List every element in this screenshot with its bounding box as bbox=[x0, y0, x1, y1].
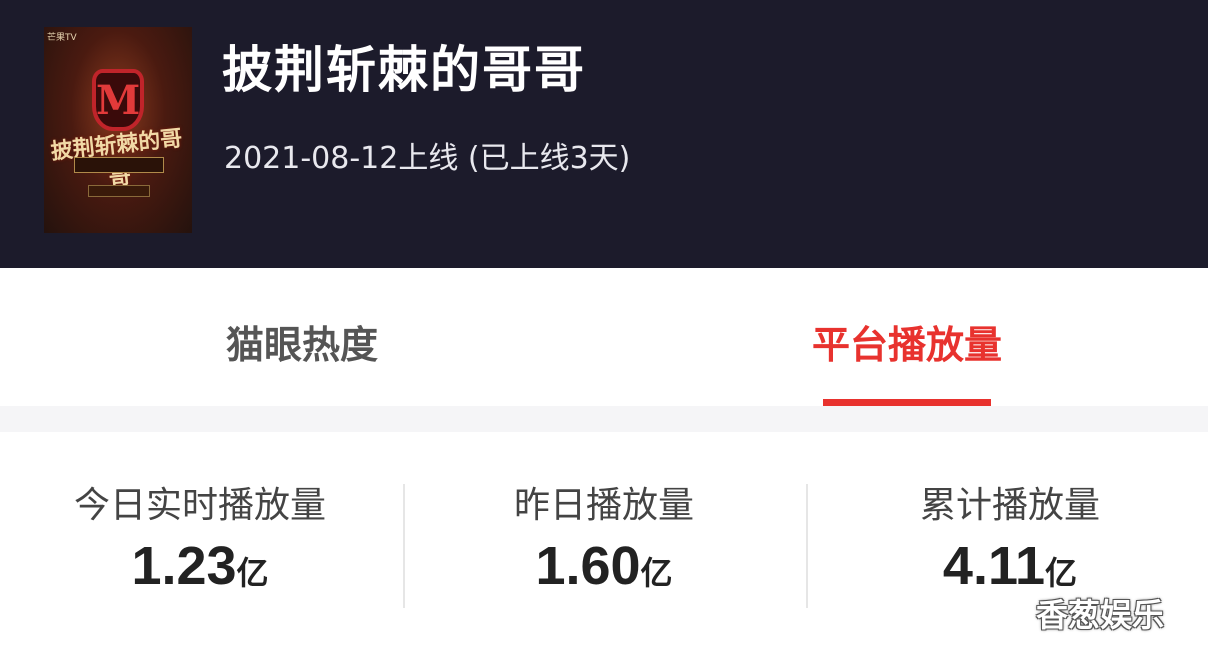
stat-number: 1.23 bbox=[131, 536, 237, 596]
play-stats-panel: 今日实时播放量 1.23亿 昨日播放量 1.60亿 累计播放量 4.11亿 bbox=[0, 432, 1208, 658]
stat-label: 今日实时播放量 bbox=[73, 485, 326, 526]
stat-today-realtime: 今日实时播放量 1.23亿 bbox=[20, 482, 380, 611]
stat-unit: 亿 bbox=[640, 554, 673, 592]
poster-channel-logo: 芒果TV bbox=[47, 33, 77, 43]
poster-emblem-letter: M bbox=[96, 77, 141, 124]
stat-yesterday: 昨日播放量 1.60亿 bbox=[424, 482, 784, 611]
release-info: 2021-08-12上线 (已上线3天) bbox=[224, 141, 631, 176]
show-title: 披荆斩棘的哥哥 bbox=[222, 41, 586, 99]
metric-tabs: 猫眼热度 平台播放量 bbox=[0, 268, 1208, 406]
stat-value: 1.23亿 bbox=[20, 534, 380, 611]
stat-label: 累计播放量 bbox=[919, 485, 1100, 526]
active-tab-indicator bbox=[823, 399, 991, 406]
poster-emblem-icon: M bbox=[92, 69, 144, 131]
stat-unit: 亿 bbox=[1045, 554, 1078, 592]
stat-separator bbox=[806, 484, 808, 608]
stat-separator bbox=[403, 484, 405, 608]
poster-subtitle-band bbox=[74, 157, 164, 173]
show-poster[interactable]: 芒果TV M 披荆斩棘的哥哥 bbox=[44, 27, 192, 233]
poster-date-band bbox=[88, 185, 150, 197]
stat-value: 1.60亿 bbox=[424, 534, 784, 611]
show-header: 芒果TV M 披荆斩棘的哥哥 披荆斩棘的哥哥 2021-08-12上线 (已上线… bbox=[0, 0, 1208, 268]
section-divider bbox=[0, 406, 1208, 432]
stat-number: 4.11 bbox=[942, 536, 1046, 596]
tab-maoyan-heat[interactable]: 猫眼热度 bbox=[172, 314, 432, 369]
stat-unit: 亿 bbox=[236, 554, 269, 592]
stat-number: 1.60 bbox=[535, 536, 641, 596]
tab-platform-plays[interactable]: 平台播放量 bbox=[777, 314, 1037, 369]
stat-label: 昨日播放量 bbox=[513, 485, 694, 526]
watermark: 香葱娱乐 bbox=[1036, 596, 1165, 634]
